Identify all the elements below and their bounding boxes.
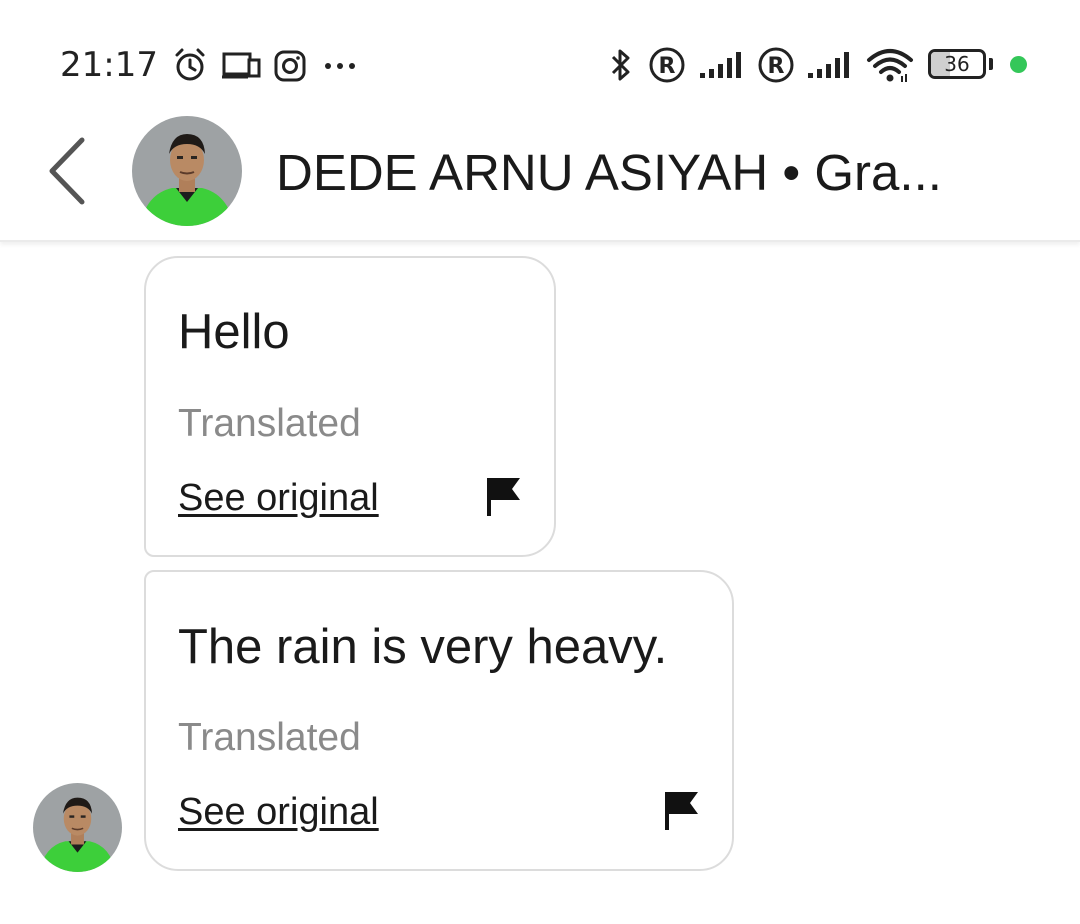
status-bar: 21:17 R R 36	[0, 0, 1080, 110]
report-flag-button[interactable]	[484, 474, 524, 518]
alarm-icon	[172, 46, 208, 84]
battery-tip	[989, 58, 993, 70]
see-original-link[interactable]: See original	[178, 475, 379, 521]
message-bubble: The rain is very heavy. Translated See o…	[144, 570, 734, 871]
message-bubble: Hello Translated See original	[144, 256, 556, 557]
chat-title: DEDE ARNU ASIYAH • Gra...	[276, 144, 942, 201]
chevron-left-icon	[49, 137, 85, 205]
battery-level-text: 36	[944, 52, 970, 76]
more-dots-icon	[322, 46, 360, 84]
wifi-icon	[866, 46, 914, 84]
svg-text:R: R	[768, 54, 785, 79]
cast-screen-icon	[222, 46, 262, 84]
bluetooth-icon	[606, 46, 636, 84]
signal-icon	[698, 46, 746, 84]
translated-label: Translated	[178, 402, 361, 445]
roaming-r-icon: R	[757, 46, 795, 84]
sender-avatar[interactable]	[33, 783, 122, 872]
status-time: 21:17	[60, 45, 158, 85]
back-button[interactable]	[38, 134, 98, 208]
flag-icon	[487, 478, 520, 516]
driver-avatar[interactable]	[132, 116, 242, 226]
notification-dot	[1010, 56, 1027, 73]
translated-label: Translated	[178, 716, 361, 759]
svg-text:R: R	[659, 54, 676, 79]
roaming-r-icon: R	[648, 46, 686, 84]
report-flag-button[interactable]	[662, 788, 702, 832]
battery-indicator: 36	[928, 49, 986, 79]
signal-icon	[806, 46, 854, 84]
instagram-icon	[272, 46, 308, 84]
message-text: The rain is very heavy.	[178, 620, 668, 674]
message-text: Hello	[178, 305, 290, 359]
chat-header: DEDE ARNU ASIYAH • Gra...	[0, 110, 1080, 242]
flag-icon	[665, 792, 698, 830]
see-original-link[interactable]: See original	[178, 789, 379, 835]
